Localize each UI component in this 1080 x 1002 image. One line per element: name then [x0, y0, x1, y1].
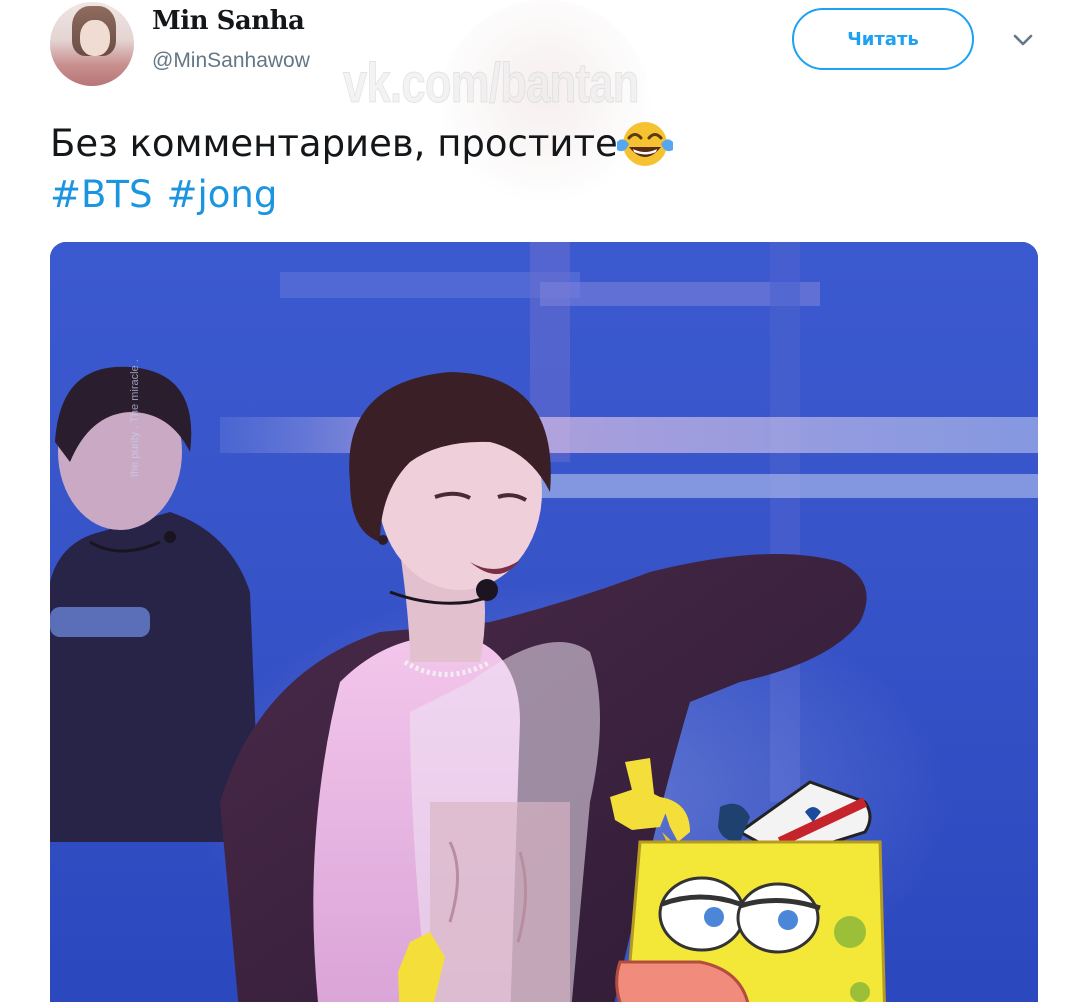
avatar[interactable]: [50, 2, 134, 86]
follow-button[interactable]: Читать: [792, 8, 974, 70]
watermark-text: vk.com/bantan: [343, 51, 640, 115]
hashtag-link[interactable]: #jong: [166, 173, 277, 216]
user-display-name[interactable]: Min Sanha: [152, 6, 305, 36]
face-with-tears-of-joy-emoji: [614, 116, 676, 168]
user-handle[interactable]: @MinSanhawow: [152, 49, 310, 73]
tweet-card: vk.com/bantan Min Sanha @MinSanhawow Чит…: [0, 0, 1080, 1002]
tweet-text: Без комментариев, простите: [50, 116, 676, 169]
chevron-down-icon[interactable]: [1010, 30, 1036, 50]
tweet-body: Без комментариев, простите: [50, 122, 618, 165]
hashtag-link[interactable]: #BTS: [50, 173, 152, 216]
photo-watermark-caption: the purity . The miracle .: [129, 359, 141, 477]
hashtags: #BTS #jong: [50, 170, 291, 220]
photo-content: the purity . The miracle .: [50, 242, 1038, 1002]
tweet-photo[interactable]: the purity . The miracle .: [50, 242, 1038, 1002]
